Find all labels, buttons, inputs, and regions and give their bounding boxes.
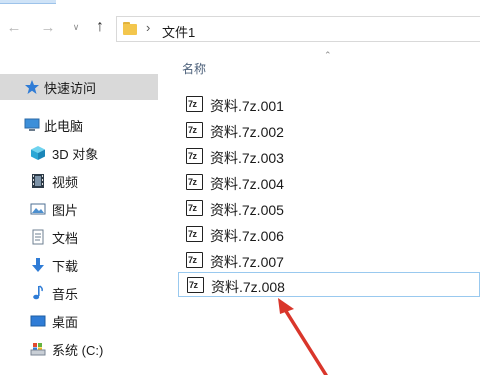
sidebar-item-quick-access[interactable]: 快速访问 [0,74,158,100]
sidebar-item-label: 此电脑 [44,118,84,134]
column-header-name[interactable]: 名称 [182,60,206,77]
file-row[interactable]: 7z 资料.7z.007 [178,248,480,273]
file-row[interactable]: 7z 资料.7z.005 [178,196,480,221]
archive-7z-icon: 7z [186,148,203,164]
file-name: 资料.7z.005 [210,202,284,218]
file-row[interactable]: 7z 资料.7z.003 [178,144,480,169]
sidebar-item-this-pc[interactable]: 此电脑 [0,112,158,138]
file-name: 资料.7z.003 [210,150,284,166]
sidebar-item-label: 3D 对象 [52,146,99,162]
archive-7z-icon: 7z [187,277,204,293]
file-row-selected[interactable]: 7z 资料.7z.008 [178,272,480,297]
sidebar-item-downloads[interactable]: 下载 [0,252,158,278]
file-name: 资料.7z.006 [210,228,284,244]
archive-7z-icon: 7z [186,174,203,190]
archive-7z-icon: 7z [186,96,203,112]
file-row[interactable]: 7z 资料.7z.001 [178,92,480,117]
file-name: 资料.7z.007 [210,254,284,270]
sidebar-item-label: 桌面 [52,314,79,330]
film-icon [30,173,46,189]
sidebar-item-pictures[interactable]: 图片 [0,196,158,222]
sidebar-item-label: 音乐 [52,286,79,302]
file-row[interactable]: 7z 资料.7z.002 [178,118,480,143]
file-list: ⌃ 名称 7z 资料.7z.001 7z 资料.7z.002 7z 资料.7z.… [172,44,480,375]
chevron-down-icon[interactable]: ∨ [66,16,86,38]
star-icon [24,79,40,95]
archive-7z-icon: 7z [186,122,203,138]
sidebar-item-music[interactable]: 音乐 [0,280,158,306]
file-row[interactable]: 7z 资料.7z.004 [178,170,480,195]
address-bar[interactable]: › 文件1 [116,16,480,42]
ribbon-strip [0,0,480,6]
file-name: 资料.7z.004 [210,176,284,192]
cube-icon [30,145,46,161]
drive-icon [30,341,46,357]
archive-7z-icon: 7z [186,252,203,268]
sidebar-item-label: 下载 [52,258,79,274]
folder-icon [123,22,137,35]
forward-arrow-icon[interactable]: → [38,16,58,38]
navigation-bar: ← → ∨ ↑ › 文件1 [0,10,480,44]
archive-7z-icon: 7z [186,226,203,242]
archive-7z-icon: 7z [186,200,203,216]
file-name: 资料.7z.001 [210,98,284,114]
sidebar-item-system-drive[interactable]: 系统 (C:) [0,336,158,362]
breadcrumb-folder[interactable]: 文件1 [162,22,195,41]
sidebar-item-label: 快速访问 [44,80,97,96]
ribbon-active-tab[interactable] [0,0,56,4]
sidebar-item-label: 视频 [52,174,79,190]
file-name: 资料.7z.008 [211,279,285,295]
up-arrow-icon[interactable]: ↑ [90,16,110,38]
sidebar-item-label: 系统 (C:) [52,342,104,358]
file-name: 资料.7z.002 [210,124,284,140]
back-arrow-icon[interactable]: ← [4,16,24,38]
sidebar-item-label: 文档 [52,230,79,246]
sidebar-item-3d-objects[interactable]: 3D 对象 [0,140,158,166]
sidebar-item-desktop[interactable]: 桌面 [0,308,158,334]
document-icon [30,229,46,245]
sidebar-item-label: 图片 [52,202,79,218]
navigation-pane: 快速访问 此电脑 3D 对象 视频 图片 文档 下载 音乐 桌面 系统 (C:) [0,44,158,375]
file-row[interactable]: 7z 资料.7z.006 [178,222,480,247]
sidebar-item-documents[interactable]: 文档 [0,224,158,250]
picture-icon [30,201,46,217]
sidebar-item-videos[interactable]: 视频 [0,168,158,194]
chevron-right-icon[interactable]: › [146,20,150,35]
music-icon [30,285,46,301]
download-icon [30,257,46,273]
desktop-icon [30,313,46,329]
sort-ascending-icon[interactable]: ⌃ [324,50,332,61]
computer-icon [24,117,40,133]
